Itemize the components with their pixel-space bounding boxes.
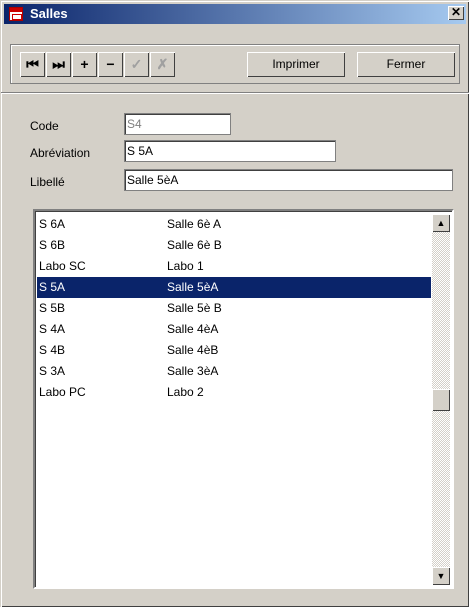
list-item[interactable]: Labo PC Labo 2 xyxy=(37,382,431,403)
scrollbar-thumb[interactable] xyxy=(432,389,450,411)
code-label: Code xyxy=(30,119,59,133)
close-button[interactable]: Fermer xyxy=(357,52,455,77)
app-icon xyxy=(9,7,23,21)
toolbar: ⏮ ⏭ + − ✓ ✗ Imprimer Fermer xyxy=(10,44,460,84)
abbreviation-label: Abréviation xyxy=(30,146,91,160)
list-item[interactable]: Labo SC Labo 1 xyxy=(37,256,431,277)
validate-button[interactable]: ✓ xyxy=(124,52,149,77)
vertical-scrollbar[interactable]: ▲ ▼ xyxy=(432,214,450,585)
minus-icon: − xyxy=(106,56,115,72)
add-record-button[interactable]: + xyxy=(72,52,97,77)
list-item[interactable]: S 4A Salle 4èA xyxy=(37,319,431,340)
list-item[interactable]: S 6B Salle 6è B xyxy=(37,235,431,256)
last-record-button[interactable]: ⏭ xyxy=(46,52,71,77)
first-record-button[interactable]: ⏮ xyxy=(20,52,45,77)
scroll-down-button[interactable]: ▼ xyxy=(432,567,450,585)
separator xyxy=(1,92,469,94)
abbreviation-field[interactable]: S 5A xyxy=(124,140,336,162)
delete-record-button[interactable]: − xyxy=(98,52,123,77)
code-field: S4 xyxy=(124,113,231,135)
window-title: Salles xyxy=(30,6,68,21)
title-bar[interactable]: Salles ✕ xyxy=(4,4,466,24)
cancel-edit-button[interactable]: ✗ xyxy=(150,52,175,77)
list-item[interactable]: S 6A Salle 6è A xyxy=(37,214,431,235)
list-item[interactable]: S 5B Salle 5è B xyxy=(37,298,431,319)
cross-icon: ✗ xyxy=(156,56,169,72)
rooms-list[interactable]: S 6A Salle 6è A S 6B Salle 6è B Labo SC … xyxy=(33,209,454,589)
libelle-field[interactable]: Salle 5èA xyxy=(124,169,453,191)
close-window-button[interactable]: ✕ xyxy=(448,6,464,20)
scroll-up-button[interactable]: ▲ xyxy=(432,214,450,232)
list-item[interactable]: S 4B Salle 4èB xyxy=(37,340,431,361)
salles-window: Salles ✕ ⏮ ⏭ + − ✓ ✗ Imprimer Fermer Cod… xyxy=(0,0,469,607)
arrow-up-icon: ▲ xyxy=(436,218,446,228)
skip-first-icon: ⏮ xyxy=(26,56,39,72)
check-icon: ✓ xyxy=(130,56,143,72)
plus-icon: + xyxy=(80,56,89,72)
libelle-label: Libellé xyxy=(30,175,65,189)
print-button[interactable]: Imprimer xyxy=(247,52,345,77)
skip-last-icon: ⏭ xyxy=(52,56,65,72)
list-item-selected[interactable]: S 5A Salle 5èA xyxy=(37,277,431,298)
list-item[interactable]: S 3A Salle 3èA xyxy=(37,361,431,382)
arrow-down-icon: ▼ xyxy=(436,571,446,581)
